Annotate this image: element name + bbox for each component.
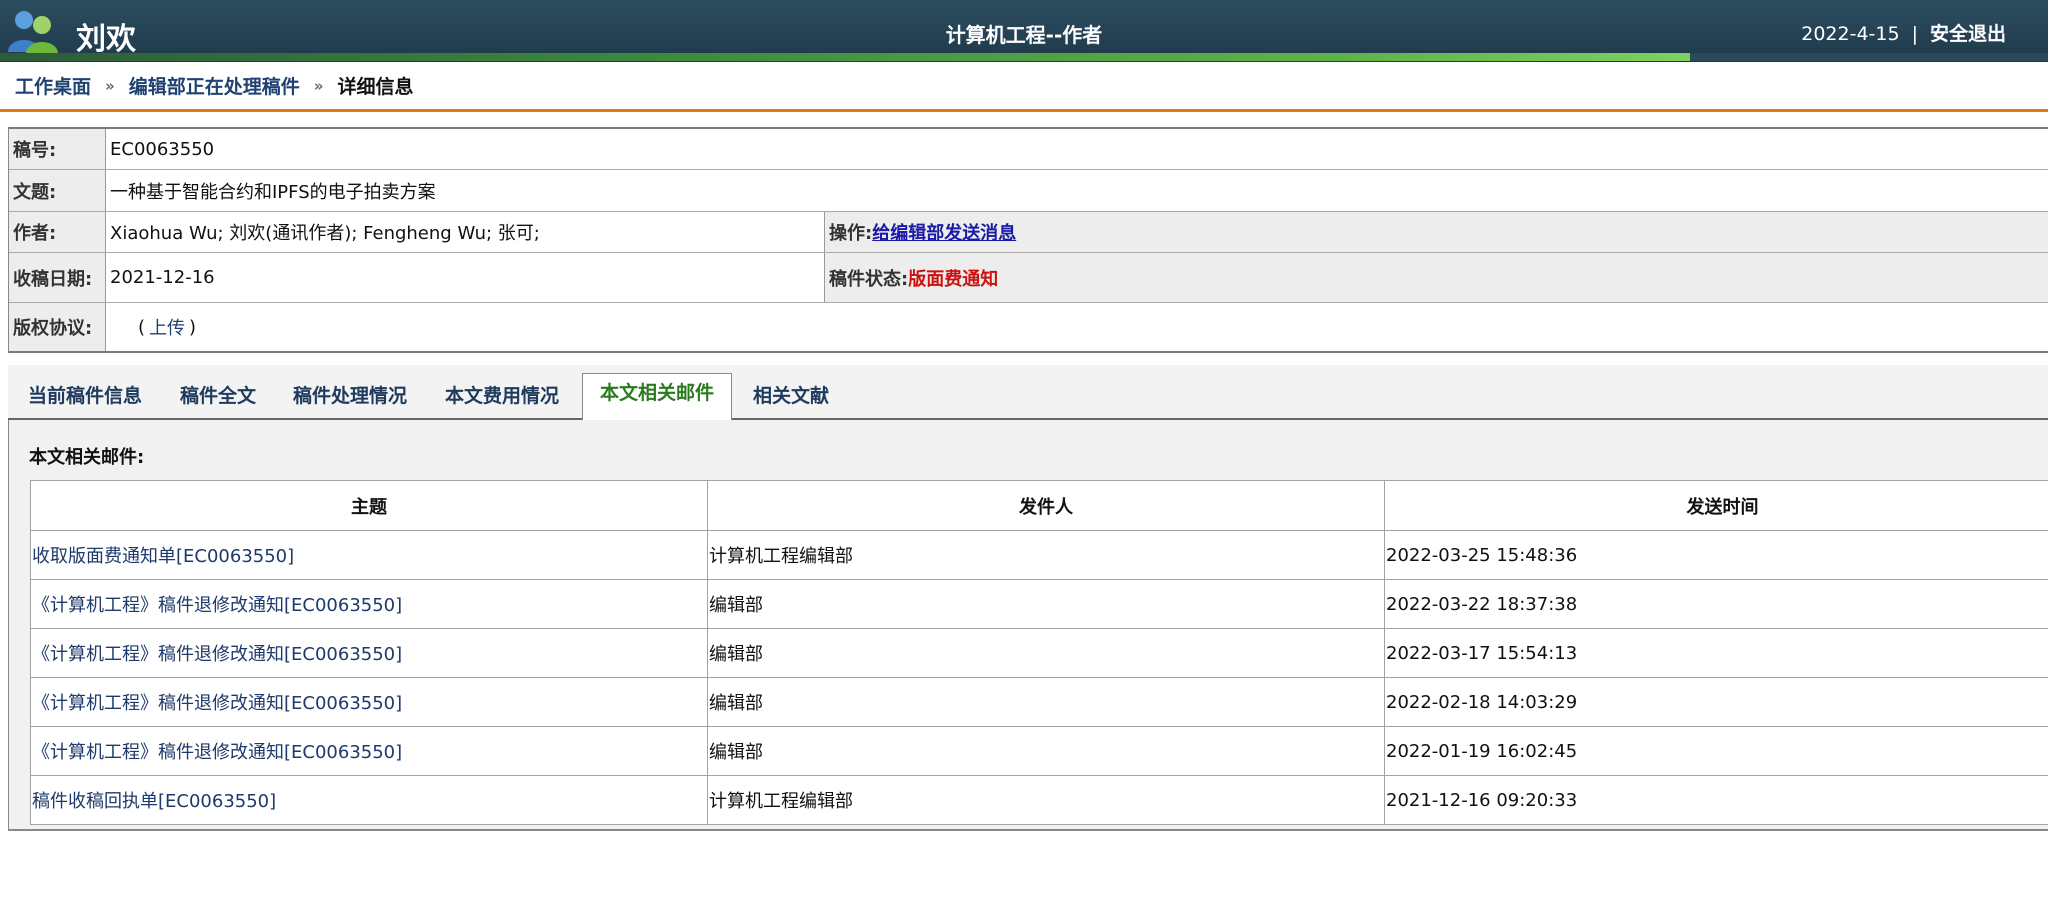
current-date: 2022-4-15 — [1801, 23, 1900, 45]
mail-time: 2022-01-19 16:02:45 — [1384, 726, 2048, 776]
mail-subject-link[interactable]: 《计算机工程》稿件退修改通知[EC0063550] — [30, 677, 708, 727]
copyright-close-paren: ) — [189, 316, 197, 338]
breadcrumb-separator-icon: » — [105, 76, 115, 95]
mail-subject-link[interactable]: 《计算机工程》稿件退修改通知[EC0063550] — [30, 726, 708, 776]
tab-full-text[interactable]: 稿件全文 — [180, 381, 256, 408]
copyright-open-paren: ( — [138, 316, 146, 338]
logout-link[interactable]: 安全退出 — [1930, 23, 2006, 45]
manuscript-no-label: 稿号: — [9, 129, 106, 169]
breadcrumb: 工作桌面 » 编辑部正在处理稿件 » 详细信息 — [0, 62, 2048, 112]
manuscript-no-value: EC0063550 — [110, 138, 215, 160]
header-stripe-end — [1690, 53, 2048, 61]
received-date-value: 2021-12-16 — [106, 253, 825, 302]
tab-references[interactable]: 相关文献 — [753, 381, 829, 408]
breadcrumb-current: 详细信息 — [337, 76, 414, 98]
mail-time: 2022-03-17 15:54:13 — [1384, 628, 2048, 678]
mail-subject-link[interactable]: 稿件收稿回执单[EC0063550] — [30, 775, 708, 825]
tab-fees[interactable]: 本文费用情况 — [445, 381, 559, 408]
info-row-title: 文题: 一种基于智能合约和IPFS的电子拍卖方案 — [9, 170, 2048, 212]
upload-link[interactable]: 上传 — [145, 314, 189, 340]
header-right: 2022-4-15 | 安全退出 — [1801, 19, 2006, 46]
mail-sender: 编辑部 — [707, 579, 1385, 629]
authors-value: Xiaohua Wu; 刘欢(通讯作者); Fengheng Wu; 张可; — [106, 212, 825, 252]
breadcrumb-in-process[interactable]: 编辑部正在处理稿件 — [129, 72, 300, 99]
breadcrumb-separator-icon: » — [313, 76, 324, 95]
column-subject: 主题 — [30, 480, 708, 531]
header-separator: | — [1911, 23, 1918, 45]
breadcrumb-workspace[interactable]: 工作桌面 — [15, 72, 91, 99]
mail-subject-link[interactable]: 《计算机工程》稿件退修改通知[EC0063550] — [30, 628, 708, 678]
operation-label: 操作: — [829, 223, 873, 244]
received-date-label: 收稿日期: — [9, 253, 106, 302]
info-row-received-date: 收稿日期: 2021-12-16 稿件状态: 版面费通知 — [9, 253, 2048, 303]
mail-sender: 计算机工程编辑部 — [707, 530, 1385, 580]
table-row: 《计算机工程》稿件退修改通知[EC0063550] 编辑部 2022-03-22… — [30, 579, 2048, 629]
tab-current-info[interactable]: 当前稿件信息 — [28, 381, 142, 408]
mail-time: 2022-03-22 18:37:38 — [1384, 579, 2048, 629]
copyright-value: (上传) — [106, 303, 2048, 351]
manuscript-info: 稿号: EC0063550 文题: 一种基于智能合约和IPFS的电子拍卖方案 作… — [8, 127, 2048, 353]
mail-time: 2022-02-18 14:03:29 — [1384, 677, 2048, 727]
app-title: 计算机工程--作者 — [945, 23, 1103, 47]
mail-table-header: 主题 发件人 发送时间 — [30, 480, 2048, 531]
tab-processing[interactable]: 稿件处理情况 — [293, 381, 407, 408]
mail-time: 2021-12-16 09:20:33 — [1384, 775, 2048, 825]
tab-related-mail[interactable]: 本文相关邮件 — [582, 373, 733, 420]
info-row-copyright: 版权协议: (上传) — [9, 303, 2048, 351]
header-stripe — [0, 53, 1690, 61]
status-label: 稿件状态: — [829, 268, 909, 290]
top-header: 刘欢 计算机工程--作者 2022-4-15 | 安全退出 — [0, 0, 2048, 62]
mail-sender: 编辑部 — [707, 726, 1385, 776]
table-row: 《计算机工程》稿件退修改通知[EC0063550] 编辑部 2022-02-18… — [30, 677, 2048, 727]
mail-subject-link[interactable]: 收取版面费通知单[EC0063550] — [30, 530, 708, 580]
operation-cell: 操作: 给编辑部发送消息 — [825, 212, 2048, 252]
table-row: 《计算机工程》稿件退修改通知[EC0063550] 编辑部 2022-01-19… — [30, 726, 2048, 776]
mail-heading: 本文相关邮件: — [29, 447, 145, 468]
info-row-authors: 作者: Xiaohua Wu; 刘欢(通讯作者); Fengheng Wu; 张… — [9, 212, 2048, 253]
mail-panel: 本文相关邮件: 主题 发件人 发送时间 收取版面费通知单[EC0063550] … — [8, 420, 2048, 831]
status-badge: 版面费通知 — [908, 268, 999, 290]
title-label: 文题: — [9, 170, 106, 211]
mail-subject-link[interactable]: 《计算机工程》稿件退修改通知[EC0063550] — [30, 579, 708, 629]
copyright-label: 版权协议: — [9, 303, 106, 351]
column-sender: 发件人 — [707, 480, 1385, 531]
tab-bar: 当前稿件信息 稿件全文 稿件处理情况 本文费用情况 本文相关邮件 相关文献 — [8, 365, 2048, 420]
mail-sender: 编辑部 — [707, 628, 1385, 678]
table-row: 收取版面费通知单[EC0063550] 计算机工程编辑部 2022-03-25 … — [30, 530, 2048, 580]
column-time: 发送时间 — [1384, 480, 2048, 531]
title-value: 一种基于智能合约和IPFS的电子拍卖方案 — [110, 181, 436, 203]
authors-label: 作者: — [9, 212, 106, 252]
mail-table: 主题 发件人 发送时间 收取版面费通知单[EC0063550] 计算机工程编辑部… — [30, 480, 2048, 825]
send-message-link[interactable]: 给编辑部发送消息 — [872, 219, 1016, 245]
info-row-manuscript-no: 稿号: EC0063550 — [9, 129, 2048, 170]
mail-sender: 计算机工程编辑部 — [707, 775, 1385, 825]
mail-sender: 编辑部 — [707, 677, 1385, 727]
table-row: 稿件收稿回执单[EC0063550] 计算机工程编辑部 2021-12-16 0… — [30, 775, 2048, 825]
mail-time: 2022-03-25 15:48:36 — [1384, 530, 2048, 580]
status-cell: 稿件状态: 版面费通知 — [825, 253, 2048, 302]
table-row: 《计算机工程》稿件退修改通知[EC0063550] 编辑部 2022-03-17… — [30, 628, 2048, 678]
